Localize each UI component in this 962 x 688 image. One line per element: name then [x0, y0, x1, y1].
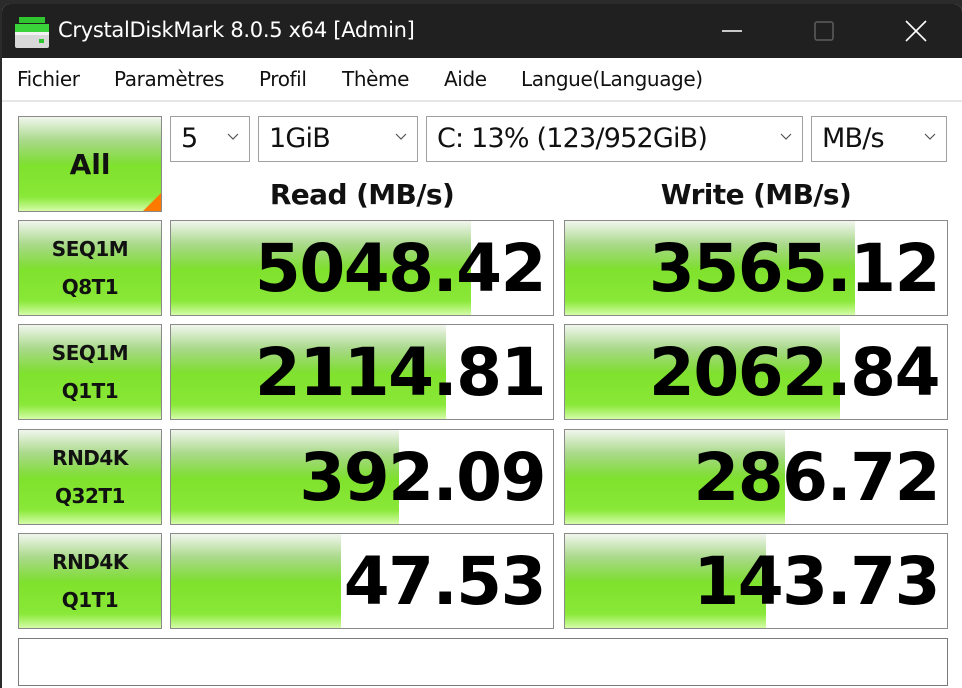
minimize-button[interactable] — [686, 4, 778, 58]
maximize-icon — [814, 21, 834, 41]
read-column-header: Read (MB/s) — [269, 178, 455, 211]
write-result: 286.72 — [564, 429, 948, 525]
test-count-select[interactable]: 5 — [170, 116, 250, 162]
chevron-down-icon — [780, 133, 792, 140]
unit-select[interactable]: MB/s — [811, 116, 947, 162]
close-icon — [905, 20, 927, 42]
menu-fichier[interactable]: Fichier — [17, 66, 80, 92]
test-name: SEQ1M — [51, 237, 129, 261]
minimize-icon — [722, 30, 742, 32]
menu-langue[interactable]: Langue(Language) — [521, 66, 703, 92]
write-result: 3565.12 — [564, 220, 948, 316]
test-name: RND4K — [52, 446, 128, 470]
read-value: 2114.81 — [254, 334, 547, 411]
write-result: 143.73 — [564, 533, 948, 629]
write-value: 286.72 — [693, 439, 940, 516]
maximize-button[interactable] — [778, 4, 870, 58]
drive-select[interactable]: C: 13% (123/952GiB) — [426, 116, 803, 162]
title-bar[interactable]: CrystalDiskMark 8.0.5 x64 [Admin] — [2, 4, 962, 58]
read-result: 392.09 — [170, 429, 554, 525]
read-result: 47.53 — [170, 533, 554, 629]
crystaldiskmark-app-icon — [15, 17, 49, 48]
test-params: Q1T1 — [61, 588, 119, 612]
test-size-select[interactable]: 1GiB — [258, 116, 418, 162]
write-result: 2062.84 — [564, 324, 948, 420]
test-params: Q1T1 — [61, 379, 119, 403]
corner-indicator — [143, 193, 161, 211]
menu-profil[interactable]: Profil — [259, 66, 307, 92]
test-name: SEQ1M — [51, 341, 129, 365]
write-column-header: Write (MB/s) — [660, 178, 852, 211]
run-all-button[interactable]: All — [18, 116, 162, 212]
test-button-seq1m-q1t1[interactable]: SEQ1M Q1T1 — [18, 324, 162, 420]
write-value: 143.73 — [693, 543, 940, 620]
read-value: 5048.42 — [254, 230, 547, 307]
test-name: RND4K — [52, 550, 128, 574]
chevron-down-icon — [395, 133, 407, 140]
test-button-rnd4k-q1t1[interactable]: RND4K Q1T1 — [18, 533, 162, 629]
main-panel: All 5 1GiB C: 13% (123/952GiB) MB/s Read… — [2, 102, 962, 688]
test-count-value: 5 — [181, 123, 198, 154]
write-value: 2062.84 — [648, 334, 941, 411]
read-value: 392.09 — [299, 439, 546, 516]
menu-aide[interactable]: Aide — [444, 66, 487, 92]
read-value: 47.53 — [343, 543, 547, 620]
read-result: 5048.42 — [170, 220, 554, 316]
test-params: Q32T1 — [55, 484, 125, 508]
menu-parametres[interactable]: Paramètres — [114, 66, 224, 92]
drive-value: C: 13% (123/952GiB) — [437, 123, 708, 154]
run-all-label: All — [69, 147, 111, 181]
read-meter-fill — [171, 534, 341, 628]
read-result: 2114.81 — [170, 324, 554, 420]
close-button[interactable] — [870, 4, 962, 58]
app-window: CrystalDiskMark 8.0.5 x64 [Admin] Fichie… — [2, 4, 962, 688]
test-button-rnd4k-q32t1[interactable]: RND4K Q32T1 — [18, 429, 162, 525]
test-params: Q8T1 — [61, 275, 119, 299]
menu-bar: Fichier Paramètres Profil Thème Aide Lan… — [2, 58, 962, 102]
test-button-seq1m-q8t1[interactable]: SEQ1M Q8T1 — [18, 220, 162, 316]
chevron-down-icon — [924, 133, 936, 140]
menu-theme[interactable]: Thème — [342, 66, 409, 92]
write-value: 3565.12 — [648, 230, 941, 307]
unit-value: MB/s — [822, 123, 885, 154]
chevron-down-icon — [227, 133, 239, 140]
test-size-value: 1GiB — [269, 123, 331, 154]
comment-input[interactable] — [18, 638, 948, 686]
window-title: CrystalDiskMark 8.0.5 x64 [Admin] — [58, 18, 415, 42]
